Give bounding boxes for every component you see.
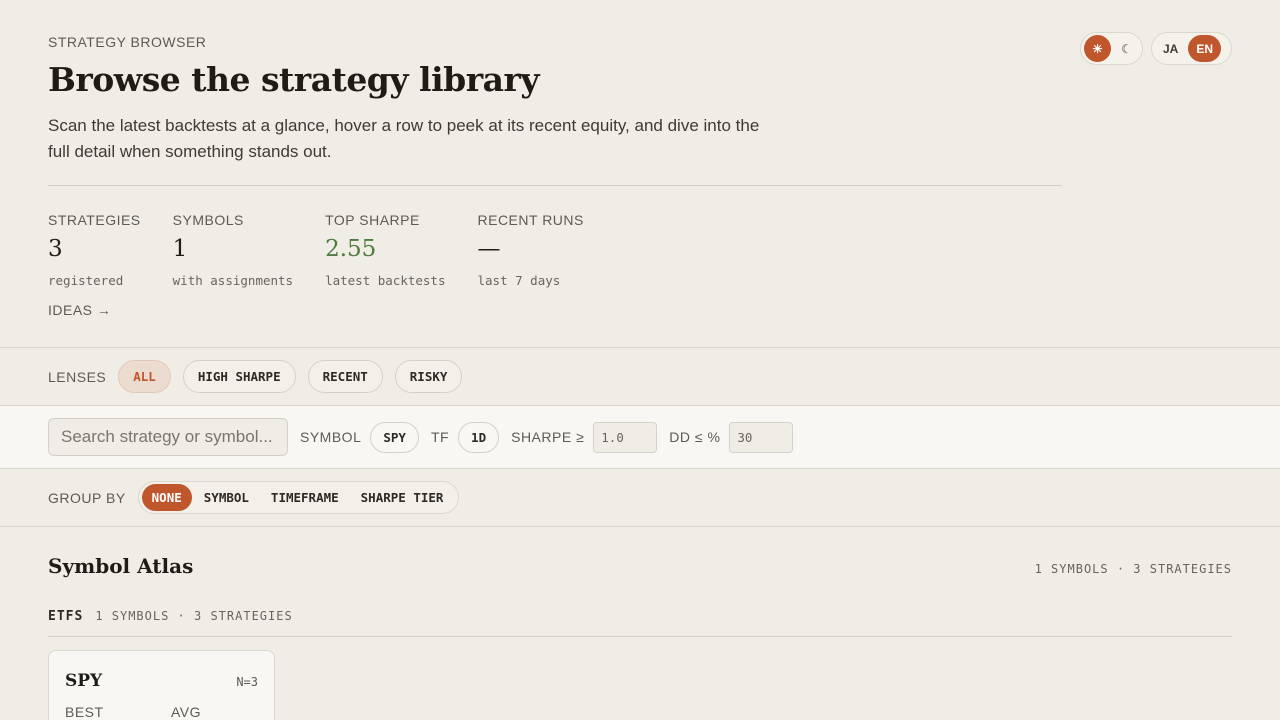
lens-risky[interactable]: RISKY	[394, 360, 463, 393]
lang-ja-button[interactable]: JA	[1155, 35, 1186, 62]
stat-value: 3	[48, 236, 63, 262]
atlas-meta: 1 SYMBOLS · 3 STRATEGIES	[1034, 562, 1232, 576]
stat-value: 2.55	[325, 236, 377, 262]
groupby-sharpe-tier[interactable]: SHARPE TIER	[351, 484, 454, 511]
stat-sub: last 7 days	[477, 273, 561, 288]
groupby-label: GROUP BY	[48, 489, 126, 506]
drawdown-max-input[interactable]	[729, 421, 794, 453]
groupby-symbol[interactable]: SYMBOL	[194, 484, 259, 511]
symbol-filter-chip[interactable]: SPY	[370, 421, 419, 453]
stat-label: SYMBOLS	[172, 212, 244, 228]
stat-recent-runs: RECENT RUNS — last 7 days	[478, 212, 584, 288]
filter-bar: SYMBOL SPY TF 1D SHARPE ≥ DD ≤ %	[0, 406, 1280, 468]
stat-symbols: SYMBOLS 1 with assignments	[173, 212, 293, 288]
groupby-timeframe[interactable]: TIMEFRAME	[261, 484, 349, 511]
symbol-card[interactable]: SPY N=3 BEST AVG	[48, 650, 275, 720]
theme-toggle: ☀ ☾	[1080, 32, 1143, 65]
page-eyebrow: STRATEGY BROWSER	[48, 34, 207, 50]
card-count: N=3	[236, 675, 258, 689]
page-title: Browse the strategy library	[48, 60, 540, 99]
stat-strategies: STRATEGIES 3 registered	[48, 212, 141, 288]
atlas-group-header: ETFS 1 SYMBOLS · 3 STRATEGIES	[48, 609, 293, 624]
section-divider	[0, 347, 1280, 348]
ideas-link[interactable]: IDEAS →	[48, 302, 111, 318]
stat-sub: registered	[48, 273, 124, 288]
section-divider	[0, 526, 1280, 527]
sharpe-min-input[interactable]	[593, 421, 658, 453]
stat-top-sharpe: TOP SHARPE 2.55 latest backtests	[325, 212, 445, 288]
stat-label: TOP SHARPE	[325, 212, 420, 228]
card-best-label: BEST	[65, 704, 104, 720]
stat-label: RECENT RUNS	[477, 212, 584, 228]
header-divider	[48, 185, 1062, 186]
stat-value: —	[477, 236, 501, 262]
group-name: ETFS	[48, 609, 84, 624]
page-header: STRATEGY BROWSER Browse the strategy lib…	[48, 34, 1062, 165]
drawdown-filter-label: DD ≤ %	[669, 429, 721, 445]
lens-recent[interactable]: RECENT	[307, 360, 383, 393]
stat-sub: with assignments	[172, 273, 294, 288]
page-description: Scan the latest backtests at a glance, h…	[48, 116, 760, 161]
lang-en-button[interactable]: EN	[1188, 35, 1222, 62]
lens-all[interactable]: ALL	[118, 360, 171, 393]
group-divider	[48, 636, 1232, 637]
card-symbol: SPY	[65, 671, 103, 691]
language-toggle: JA EN	[1151, 32, 1232, 65]
stat-label: STRATEGIES	[48, 212, 141, 228]
sharpe-filter-label: SHARPE ≥	[511, 429, 585, 445]
stat-value: 1	[172, 236, 188, 262]
atlas-title: Symbol Atlas	[48, 554, 194, 578]
group-meta: 1 SYMBOLS · 3 STRATEGIES	[95, 609, 293, 623]
search-input[interactable]	[48, 418, 288, 456]
moon-icon[interactable]: ☾	[1113, 35, 1140, 62]
groupby-none[interactable]: NONE	[141, 484, 192, 511]
lenses-label: LENSES	[48, 368, 107, 385]
stats-row: STRATEGIES 3 registered SYMBOLS 1 with a…	[48, 212, 616, 288]
symbol-filter-label: SYMBOL	[300, 429, 362, 445]
timeframe-filter-label: TF	[430, 429, 450, 445]
timeframe-filter-chip[interactable]: 1D	[458, 421, 500, 453]
lens-high-sharpe[interactable]: HIGH SHARPE	[182, 360, 296, 393]
sun-icon[interactable]: ☀	[1084, 35, 1111, 62]
lenses-bar: LENSES ALL HIGH SHARPE RECENT RISKY	[48, 360, 474, 393]
section-divider	[0, 468, 1280, 469]
card-avg-label: AVG	[171, 704, 202, 720]
groupby-bar: GROUP BY NONE SYMBOL TIMEFRAME SHARPE TI…	[48, 481, 460, 514]
filter-controls: SYMBOL SPY TF 1D SHARPE ≥ DD ≤ %	[300, 418, 805, 456]
stat-sub: latest backtests	[325, 273, 446, 288]
groupby-segmented-control: NONE SYMBOL TIMEFRAME SHARPE TIER	[137, 481, 460, 514]
